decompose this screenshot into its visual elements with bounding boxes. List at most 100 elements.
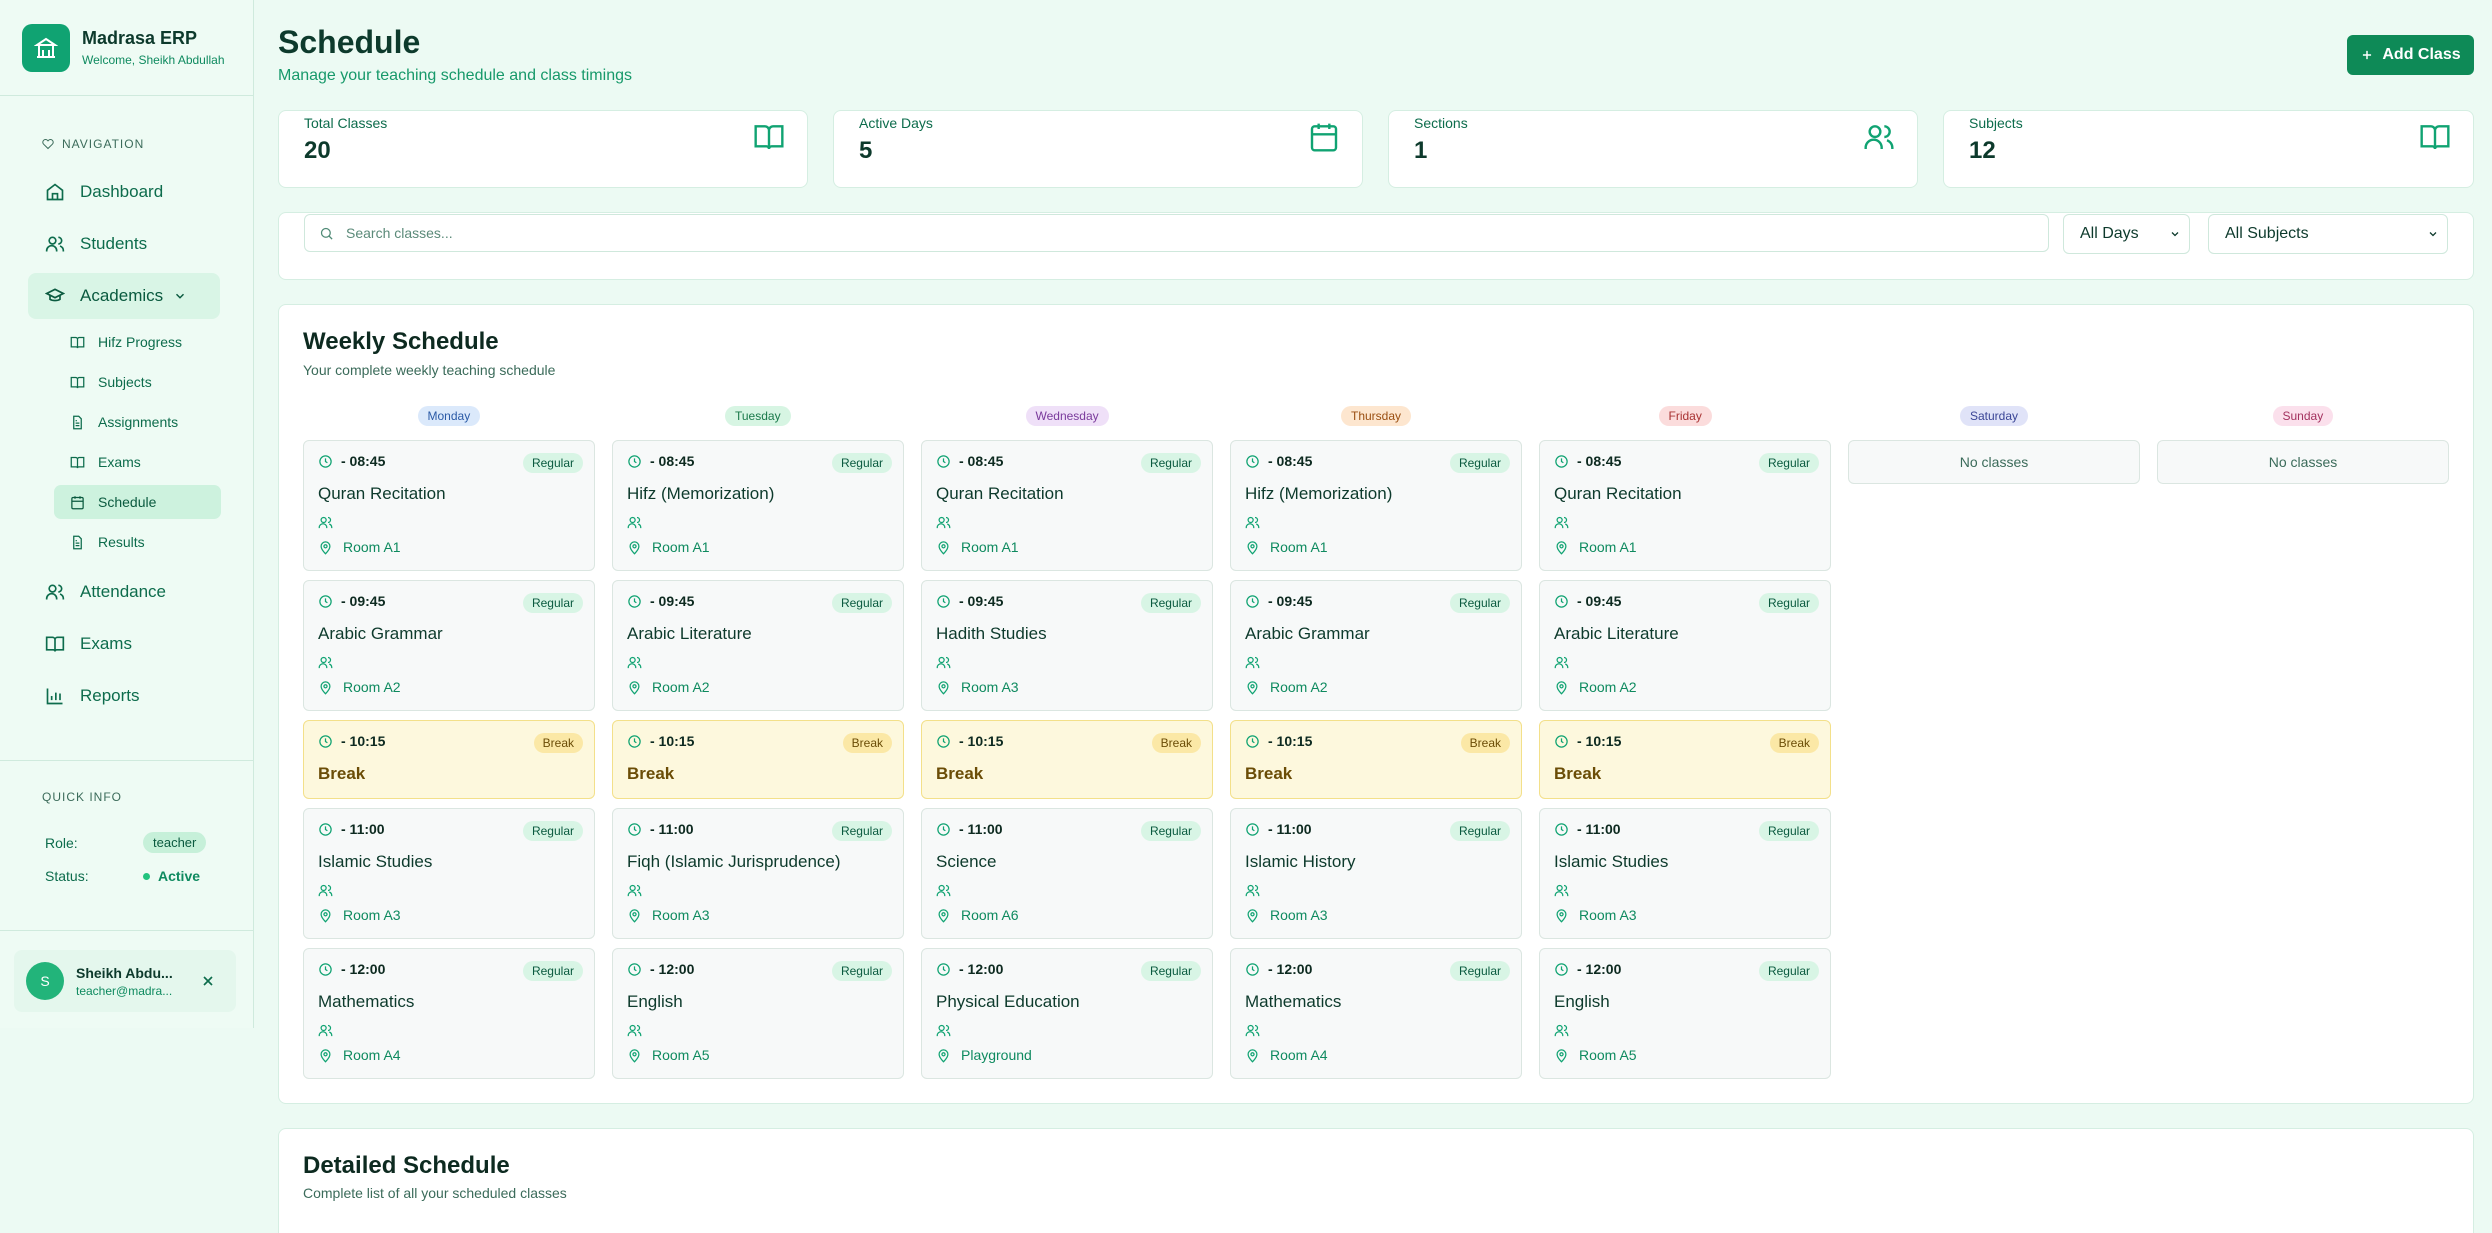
sidebar-item-exams-sub[interactable]: Exams bbox=[54, 445, 221, 479]
nav-heading: NAVIGATION bbox=[42, 137, 144, 151]
sidebar-item-academics[interactable]: Academics bbox=[28, 273, 220, 319]
class-card[interactable]: - 12:00 Regular English Room A5 bbox=[1539, 948, 1831, 1079]
class-room-label: Room A3 bbox=[961, 679, 1019, 695]
clock-icon bbox=[628, 962, 641, 976]
subject-select[interactable]: All Subjects bbox=[2208, 214, 2448, 254]
class-time-label: - 08:45 bbox=[1577, 453, 1622, 469]
class-type-badge: Regular bbox=[1140, 821, 1201, 841]
sidebar-item-reports[interactable]: Reports bbox=[28, 673, 220, 719]
stat-value: 1 bbox=[1414, 137, 1428, 164]
sidebar-item-exams[interactable]: Exams bbox=[28, 621, 220, 667]
day-header-friday: Friday bbox=[1658, 406, 1712, 426]
close-icon[interactable] bbox=[200, 973, 216, 989]
class-card[interactable]: - 09:45 Regular Arabic Grammar Room A2 bbox=[303, 580, 595, 711]
class-room-label: Room A6 bbox=[961, 907, 1019, 923]
sidebar-item-results[interactable]: Results bbox=[54, 525, 221, 559]
class-card[interactable]: - 09:45 Regular Arabic Literature Room A2 bbox=[1539, 580, 1831, 711]
map-pin-icon bbox=[1247, 908, 1258, 923]
users-icon bbox=[1245, 656, 1260, 669]
break-card[interactable]: - 10:15 Break Break bbox=[921, 720, 1213, 799]
class-room-label: Playground bbox=[961, 1047, 1032, 1063]
class-time: - 11:00 bbox=[936, 821, 1003, 837]
break-card[interactable]: - 10:15 Break Break bbox=[1539, 720, 1831, 799]
stat-card-subjects: Subjects 12 bbox=[1943, 110, 2474, 188]
class-time: - 08:45 bbox=[318, 453, 385, 469]
day-select[interactable]: All Days bbox=[2063, 214, 2190, 254]
stat-card-total-classes: Total Classes 20 bbox=[278, 110, 808, 188]
stat-label: Active Days bbox=[859, 115, 933, 131]
day-header-wednesday: Wednesday bbox=[1025, 406, 1109, 426]
users-icon bbox=[627, 1024, 642, 1037]
class-time: - 08:45 bbox=[1245, 453, 1312, 469]
class-room: Room A5 bbox=[1554, 1047, 1637, 1063]
class-card[interactable]: - 11:00 Regular Islamic History Room A3 bbox=[1230, 808, 1522, 939]
class-subject: Break bbox=[1554, 764, 1602, 783]
class-subject: Hadith Studies bbox=[936, 624, 1047, 643]
class-card[interactable]: - 11:00 Regular Islamic Studies Room A3 bbox=[1539, 808, 1831, 939]
class-card[interactable]: - 08:45 Regular Hifz (Memorization) Room A1 bbox=[612, 440, 904, 571]
sidebar-item-hifz-progress[interactable]: Hifz Progress bbox=[54, 325, 221, 359]
class-card[interactable]: - 12:00 Regular Mathematics Room A4 bbox=[1230, 948, 1522, 1079]
add-class-label: Add Class bbox=[2382, 46, 2461, 63]
sidebar-item-assignments[interactable]: Assignments bbox=[54, 405, 221, 439]
clock-icon bbox=[1246, 594, 1259, 608]
class-teacher bbox=[627, 883, 642, 898]
book-open-icon bbox=[754, 125, 784, 150]
class-card[interactable]: - 11:00 Regular Islamic Studies Room A3 bbox=[303, 808, 595, 939]
class-time: - 12:00 bbox=[1554, 961, 1621, 977]
class-card[interactable]: - 08:45 Regular Hifz (Memorization) Room A1 bbox=[1230, 440, 1522, 571]
sidebar-item-attendance[interactable]: Attendance bbox=[28, 569, 220, 615]
calendar-icon bbox=[1310, 123, 1338, 152]
search-placeholder: Search classes... bbox=[346, 225, 453, 241]
break-card[interactable]: - 10:15 Break Break bbox=[612, 720, 904, 799]
users-icon bbox=[627, 884, 642, 897]
sidebar-item-dashboard[interactable]: Dashboard bbox=[28, 169, 220, 215]
sidebar-item-schedule[interactable]: Schedule bbox=[54, 485, 221, 519]
day-header-saturday: Saturday bbox=[1960, 406, 2029, 426]
class-card[interactable]: - 09:45 Regular Arabic Literature Room A2 bbox=[612, 580, 904, 711]
class-card[interactable]: - 12:00 Regular Physical Education Playgrou… bbox=[921, 948, 1213, 1079]
clock-icon bbox=[319, 594, 332, 608]
class-card[interactable]: - 08:45 Regular Quran Recitation Room A1 bbox=[1539, 440, 1831, 571]
class-time: - 10:15 bbox=[1245, 733, 1312, 749]
stat-value: 5 bbox=[859, 137, 873, 164]
class-time: - 11:00 bbox=[1554, 821, 1621, 837]
class-card[interactable]: - 09:45 Regular Hadith Studies Room A3 bbox=[921, 580, 1213, 711]
class-card[interactable]: - 11:00 Regular Fiqh (Islamic Jurisprudenc… bbox=[612, 808, 904, 939]
sidebar-item-subjects[interactable]: Subjects bbox=[54, 365, 221, 399]
sidebar-item-students[interactable]: Students bbox=[28, 221, 220, 267]
class-card[interactable]: - 11:00 Regular Science Room A6 bbox=[921, 808, 1213, 939]
book-open-icon bbox=[70, 376, 85, 388]
class-type-badge: Regular bbox=[522, 593, 583, 613]
class-type-badge: Regular bbox=[1449, 453, 1510, 473]
class-room-label: Room A1 bbox=[961, 539, 1019, 555]
class-subject: Quran Recitation bbox=[318, 484, 446, 503]
break-card[interactable]: - 10:15 Break Break bbox=[1230, 720, 1522, 799]
class-room: Room A2 bbox=[318, 679, 401, 695]
status-badge: Active bbox=[158, 868, 201, 884]
role-label: Role: bbox=[45, 834, 78, 851]
break-card[interactable]: - 10:15 Break Break bbox=[303, 720, 595, 799]
class-card[interactable]: - 12:00 Regular English Room A5 bbox=[612, 948, 904, 1079]
users-icon bbox=[1554, 884, 1569, 897]
sidebar-item-label: Attendance bbox=[80, 582, 167, 601]
add-class-button[interactable]: Add Class bbox=[2347, 35, 2474, 75]
class-card[interactable]: - 09:45 Regular Arabic Grammar Room A2 bbox=[1230, 580, 1522, 711]
map-pin-icon bbox=[1247, 1048, 1258, 1063]
class-time: - 12:00 bbox=[1245, 961, 1312, 977]
class-time: - 12:00 bbox=[318, 961, 385, 977]
map-pin-icon bbox=[320, 540, 331, 555]
class-card[interactable]: - 08:45 Regular Quran Recitation Room A1 bbox=[921, 440, 1213, 571]
clock-icon bbox=[1246, 734, 1259, 748]
chevron-down-icon bbox=[2171, 232, 2179, 237]
divider bbox=[0, 760, 254, 761]
sidebar-item-label: Students bbox=[80, 234, 148, 253]
class-subject: Islamic Studies bbox=[318, 852, 433, 871]
search-input[interactable]: Search classes... bbox=[304, 214, 2049, 252]
day-header-thursday: Thursday bbox=[1341, 406, 1412, 426]
detailed-schedule-title: Detailed Schedule bbox=[303, 1152, 510, 1179]
class-time: - 12:00 bbox=[936, 961, 1003, 977]
class-card[interactable]: - 08:45 Regular Quran Recitation Room A1 bbox=[303, 440, 595, 571]
class-card[interactable]: - 12:00 Regular Mathematics Room A4 bbox=[303, 948, 595, 1079]
class-room-label: Room A5 bbox=[1579, 1047, 1637, 1063]
